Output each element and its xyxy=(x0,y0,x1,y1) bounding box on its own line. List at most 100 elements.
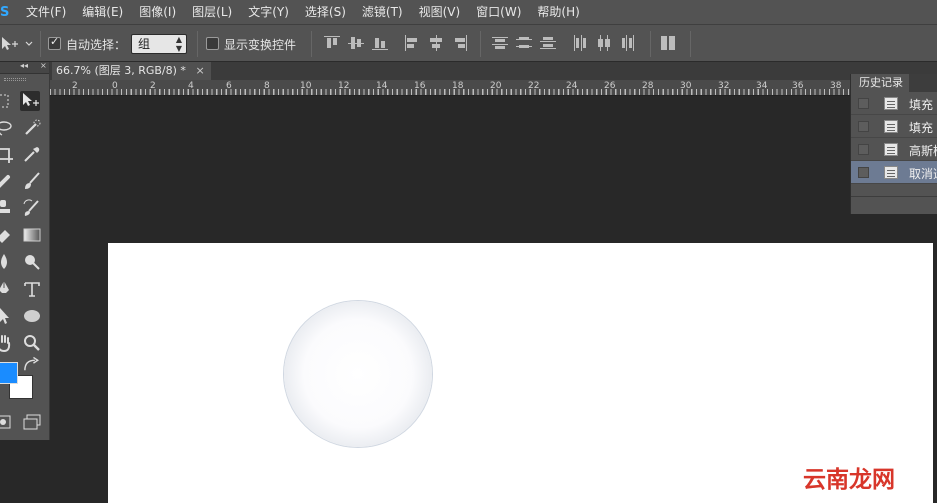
foreground-color-swatch[interactable] xyxy=(0,362,18,384)
type-tool[interactable] xyxy=(22,279,42,299)
document-tab-bar: 66.7% (图层 3, RGB/8) * × xyxy=(50,62,937,80)
zoom-icon xyxy=(24,335,40,351)
history-brush-tool[interactable] xyxy=(22,198,42,218)
clone-stamp-tool[interactable] xyxy=(0,198,14,218)
document-tab[interactable]: 66.7% (图层 3, RGB/8) * × xyxy=(52,62,211,80)
ellipse-tool[interactable] xyxy=(22,306,42,326)
ellipse-icon xyxy=(24,310,40,322)
menu-help[interactable]: 帮助(H) xyxy=(529,0,587,24)
close-icon[interactable]: × xyxy=(40,61,47,70)
distribute-left-button[interactable] xyxy=(572,35,588,51)
auto-align-layers-button[interactable] xyxy=(660,35,676,51)
screen-mode-button[interactable] xyxy=(22,412,42,432)
horizontal-ruler[interactable]: 2 0 2 4 6 8 10 12 14 16 18 20 22 24 26 2… xyxy=(50,80,937,96)
close-tab-icon[interactable]: × xyxy=(195,64,204,77)
history-source-checkbox[interactable] xyxy=(858,98,869,109)
eraser-icon xyxy=(0,230,10,243)
marquee-tool[interactable] xyxy=(0,91,14,111)
distribute-top-button[interactable] xyxy=(492,35,508,51)
gradient-tool[interactable] xyxy=(22,225,42,245)
blur-icon xyxy=(1,254,7,269)
collapse-icon[interactable]: ◂◂ xyxy=(20,61,28,70)
menu-view[interactable]: 视图(V) xyxy=(411,0,469,24)
menu-type[interactable]: 文字(Y) xyxy=(240,0,297,24)
healing-brush-tool[interactable] xyxy=(0,171,14,191)
menu-file[interactable]: 文件(F) xyxy=(18,0,74,24)
app-logo: S xyxy=(0,4,10,20)
crop-tool[interactable] xyxy=(0,144,14,164)
hand-tool[interactable] xyxy=(0,333,14,353)
divider xyxy=(40,31,41,57)
divider xyxy=(480,31,481,57)
blur-tool[interactable] xyxy=(0,252,14,272)
history-item[interactable]: 高斯模 xyxy=(851,138,937,161)
auto-select-dropdown[interactable]: 组 ▲ ▼ xyxy=(131,34,187,54)
history-source-checkbox[interactable] xyxy=(858,144,869,155)
history-item[interactable]: 填充 xyxy=(851,92,937,115)
swap-colors-button[interactable] xyxy=(22,356,40,371)
history-state-icon xyxy=(884,143,898,156)
show-transform-checkbox[interactable] xyxy=(206,37,219,50)
history-panel: 历史记录 填充 填充 高斯模 取消选 xyxy=(850,74,937,214)
menu-layer[interactable]: 图层(L) xyxy=(184,0,240,24)
menu-filter[interactable]: 滤镜(T) xyxy=(354,0,411,24)
eyedropper-tool[interactable] xyxy=(22,144,42,164)
tools-panel-header[interactable]: ◂◂ × xyxy=(0,61,49,74)
move-icon xyxy=(23,93,39,106)
divider xyxy=(690,31,691,57)
panel-grip[interactable] xyxy=(4,78,26,81)
tools-panel: ◂◂ × xyxy=(0,61,50,440)
align-bottom-edges-button[interactable] xyxy=(372,35,388,51)
path-select-tool[interactable] xyxy=(0,306,14,326)
align-right-edges-button[interactable] xyxy=(452,35,468,51)
history-source-checkbox[interactable] xyxy=(858,167,869,178)
menu-window[interactable]: 窗口(W) xyxy=(468,0,529,24)
history-item-label: 取消选 xyxy=(909,167,937,181)
brush-icon xyxy=(25,172,40,189)
menu-edit[interactable]: 编辑(E) xyxy=(74,0,131,24)
history-state-icon xyxy=(884,120,898,133)
brush-tool[interactable] xyxy=(22,171,42,191)
dodge-icon xyxy=(25,255,40,270)
history-item-active[interactable]: 取消选 xyxy=(851,161,937,184)
tool-preset-picker[interactable] xyxy=(0,36,36,52)
show-transform-label: 显示变换控件 xyxy=(224,38,297,52)
history-source-checkbox[interactable] xyxy=(858,121,869,132)
history-item-label: 填充 xyxy=(909,121,934,135)
history-footer xyxy=(851,196,937,214)
dodge-tool[interactable] xyxy=(22,252,42,272)
distribute-right-button[interactable] xyxy=(620,35,636,51)
auto-select-checkbox[interactable] xyxy=(48,35,61,50)
history-tab[interactable]: 历史记录 xyxy=(851,74,909,92)
distribute-bottom-button[interactable] xyxy=(540,35,556,51)
screen-mode-icon xyxy=(23,414,41,430)
history-tab-row: 历史记录 xyxy=(851,74,937,92)
distribute-vertical-centers-button[interactable] xyxy=(516,35,532,51)
move-tool[interactable] xyxy=(20,91,40,111)
marquee-icon xyxy=(0,94,9,108)
zoom-tool[interactable] xyxy=(22,333,42,353)
menu-select[interactable]: 选择(S) xyxy=(297,0,354,24)
menu-bar: S 文件(F) 编辑(E) 图像(I) 图层(L) 文字(Y) 选择(S) 滤镜… xyxy=(0,0,937,24)
distribute-horizontal-centers-button[interactable] xyxy=(596,35,612,51)
align-horizontal-centers-button[interactable] xyxy=(428,35,444,51)
photoshop-window: S 文件(F) 编辑(E) 图像(I) 图层(L) 文字(Y) 选择(S) 滤镜… xyxy=(0,0,937,503)
quick-select-tool[interactable] xyxy=(22,118,42,138)
canvas-workspace[interactable] xyxy=(50,96,937,503)
watermark-logo: 云南龙网 xyxy=(803,467,895,493)
eraser-tool[interactable] xyxy=(0,225,14,245)
lasso-icon xyxy=(0,121,12,136)
hand-icon xyxy=(0,335,11,353)
gradient-icon xyxy=(23,228,41,242)
lasso-tool[interactable] xyxy=(0,118,14,138)
menu-image[interactable]: 图像(I) xyxy=(131,0,184,24)
path-select-icon xyxy=(0,308,9,324)
history-state-icon xyxy=(884,97,898,110)
align-vertical-centers-button[interactable] xyxy=(348,35,364,51)
align-left-edges-button[interactable] xyxy=(404,35,420,51)
align-top-edges-button[interactable] xyxy=(324,35,340,51)
quick-mask-button[interactable] xyxy=(0,412,14,432)
pen-tool[interactable] xyxy=(0,279,14,299)
history-state-icon xyxy=(884,166,898,179)
history-item[interactable]: 填充 xyxy=(851,115,937,138)
